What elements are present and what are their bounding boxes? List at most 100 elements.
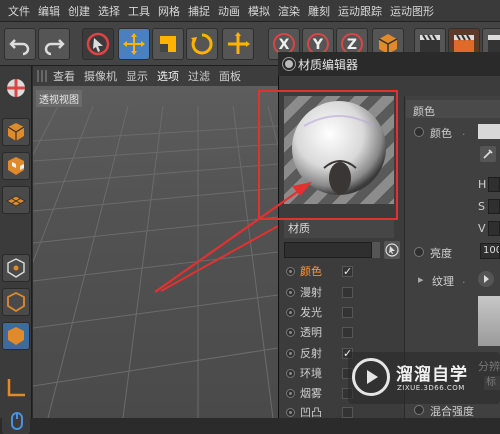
channel-checkbox[interactable] [342, 306, 353, 318]
panel-grip[interactable] [37, 70, 47, 82]
color-swatch[interactable] [478, 124, 500, 139]
channel-checkbox[interactable] [342, 406, 353, 418]
texture-menu-button[interactable] [478, 271, 494, 287]
transform-tool-button[interactable] [222, 28, 254, 60]
menu-tools[interactable]: 工具 [124, 3, 154, 19]
color-radio[interactable] [414, 127, 424, 137]
channel-radio[interactable] [286, 407, 295, 417]
viewport-menu-filter[interactable]: 过滤 [188, 68, 210, 84]
channel-reflectance[interactable]: 反射 ✓ [286, 344, 353, 362]
mouse-icon [11, 412, 23, 430]
channel-label: 反射 [300, 347, 322, 360]
material-name-arrow[interactable] [372, 242, 380, 258]
color-picker-button[interactable] [480, 146, 496, 162]
blend-radio[interactable] [414, 405, 424, 415]
play-icon [484, 275, 489, 283]
channel-radio[interactable] [286, 287, 295, 297]
channel-color[interactable]: 颜色 ✓ [286, 262, 353, 280]
viewport-menu-display[interactable]: 显示 [126, 68, 148, 84]
menu-sculpt[interactable]: 雕刻 [304, 3, 334, 19]
brightness-radio[interactable] [414, 247, 424, 257]
checker-cube-icon [8, 157, 24, 175]
model-mode-button[interactable] [2, 118, 30, 146]
axis-icon [7, 379, 25, 397]
menu-create[interactable]: 创建 [64, 3, 94, 19]
menu-mograph[interactable]: 运动图形 [386, 3, 438, 19]
cursor-select-icon [86, 32, 110, 56]
channel-radio[interactable] [286, 348, 295, 358]
polygons-mode-button[interactable] [2, 322, 30, 350]
brightness-field[interactable]: 100 [480, 243, 500, 259]
menu-file[interactable]: 文件 [4, 3, 34, 19]
menu-mesh[interactable]: 网格 [154, 3, 184, 19]
menu-motion-tracking[interactable]: 运动跟踪 [334, 3, 386, 19]
viewport-menu-camera[interactable]: 摄像机 [84, 68, 117, 84]
viewport-menu-options[interactable]: 选项 [157, 68, 179, 84]
cube-icon [7, 123, 25, 141]
play-logo-icon [367, 370, 378, 384]
hue-field[interactable] [488, 177, 500, 192]
channel-bump[interactable]: 凹凸 [286, 403, 353, 421]
points-mode-button[interactable] [2, 254, 30, 282]
undo-icon [9, 39, 30, 56]
move-tool-button[interactable] [118, 28, 150, 60]
menu-edit[interactable]: 编辑 [34, 3, 64, 19]
channel-checkbox[interactable]: ✓ [342, 265, 353, 277]
brightness-label: 亮度 [430, 247, 452, 260]
texture-expand-arrow[interactable]: ▸ [418, 273, 424, 286]
channel-radio[interactable] [286, 368, 295, 378]
redo-button[interactable] [38, 28, 70, 60]
workplane-button[interactable] [2, 186, 30, 214]
axis-mode-button[interactable] [2, 374, 30, 402]
texture-mode-button[interactable] [2, 152, 30, 180]
texture-label: 纹理 [432, 275, 454, 288]
menu-animate[interactable]: 动画 [214, 3, 244, 19]
channel-fog[interactable]: 烟雾 [286, 384, 353, 402]
watermark-brand: 溜溜自学 [396, 365, 468, 385]
svg-text:X: X [279, 37, 290, 53]
channel-diffusion[interactable]: 漫射 [286, 283, 353, 301]
edges-cube-icon [7, 291, 25, 313]
menu-snap[interactable]: 捕捉 [184, 3, 214, 19]
saturation-label: S [478, 200, 485, 213]
material-name-input[interactable] [284, 242, 372, 258]
material-pick-button[interactable] [384, 241, 400, 259]
viewport-menu-view[interactable]: 查看 [53, 68, 75, 84]
polygons-cube-icon [8, 327, 24, 345]
channel-luminance[interactable]: 发光 [286, 303, 353, 321]
viewport-menu-panel[interactable]: 面板 [219, 68, 241, 84]
channel-transparency[interactable]: 透明 [286, 323, 353, 341]
material-editor-title: 材质编辑器 [298, 57, 359, 72]
blend-strength-label: 混合强度 [430, 405, 474, 418]
tweak-mode-button[interactable] [2, 406, 30, 434]
channel-radio[interactable] [286, 327, 295, 337]
material-name-label: 材质 [284, 220, 394, 238]
live-selection-button[interactable] [82, 28, 114, 60]
hue-label: H [478, 178, 487, 191]
edges-mode-button[interactable] [2, 288, 30, 316]
undo-button[interactable] [4, 28, 36, 60]
section-title: 颜色 [413, 105, 435, 118]
saturation-field[interactable] [488, 199, 500, 214]
cursor-pick-icon [385, 243, 399, 257]
rotate-tool-button[interactable] [186, 28, 218, 60]
texture-thumbnail[interactable] [478, 296, 500, 346]
material-editor-titlebar[interactable]: 材质编辑器 [278, 52, 500, 76]
channel-environment[interactable]: 环境 [286, 364, 353, 382]
menu-simulate[interactable]: 模拟 [244, 3, 274, 19]
make-editable-button[interactable] [2, 74, 30, 102]
channel-label: 透明 [300, 326, 322, 339]
menu-render[interactable]: 渲染 [274, 3, 304, 19]
channel-checkbox[interactable] [342, 286, 353, 298]
channel-checkbox[interactable] [342, 326, 353, 338]
scale-tool-button[interactable] [152, 28, 184, 60]
value-field[interactable] [488, 221, 500, 236]
channel-label: 发光 [300, 306, 322, 319]
menu-select[interactable]: 选择 [94, 3, 124, 19]
eyedropper-icon [483, 149, 493, 159]
channel-radio[interactable] [286, 307, 295, 317]
perspective-viewport[interactable] [33, 86, 278, 418]
channel-radio[interactable] [286, 266, 295, 276]
channel-radio[interactable] [286, 388, 295, 398]
points-cube-icon [7, 258, 25, 278]
